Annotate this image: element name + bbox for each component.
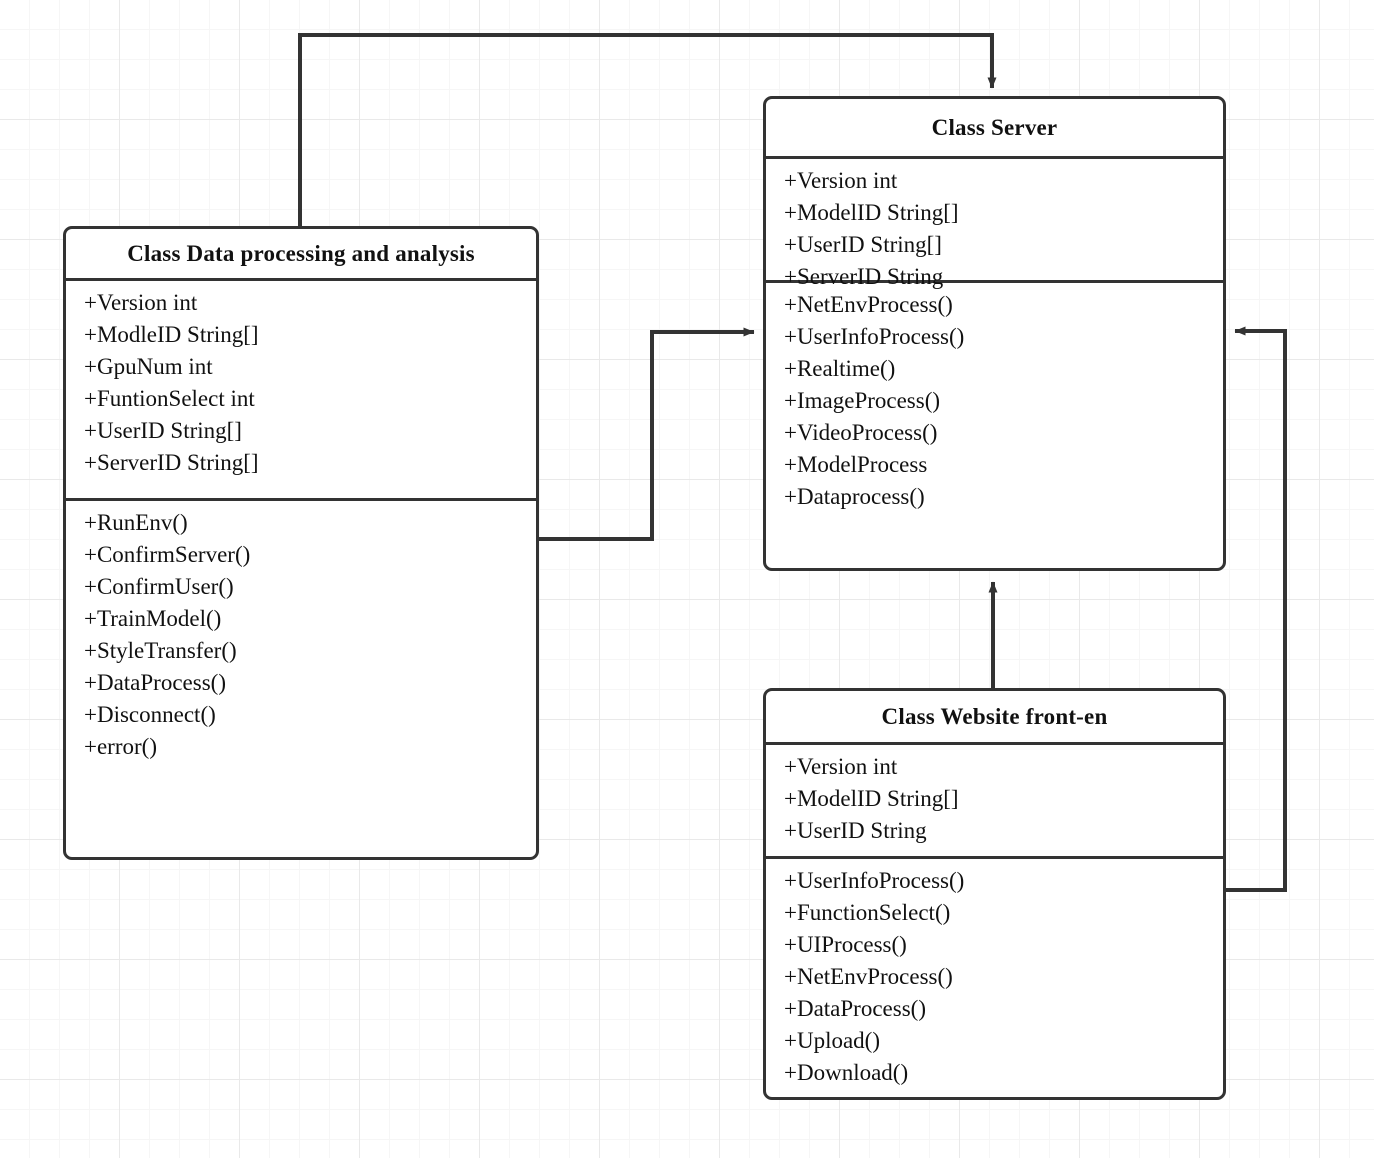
- methods-compartment-server: +NetEnvProcess() +UserInfoProcess() +Rea…: [766, 283, 1223, 519]
- method-item: +Disconnect(): [84, 702, 216, 727]
- connector-website-to-server-right: [1226, 326, 1287, 892]
- method-item: +ConfirmUser(): [84, 574, 234, 599]
- attribute-item: +ServerID String[]: [84, 450, 259, 475]
- method-item: +RunEnv(): [84, 510, 188, 535]
- method-item: +UserInfoProcess(): [784, 324, 965, 349]
- method-item: +NetEnvProcess(): [784, 964, 953, 989]
- method-item: +Dataprocess(): [784, 484, 925, 509]
- attribute-item: +Version int: [784, 754, 898, 779]
- uml-class-server[interactable]: Class Server +Version int +ModelID Strin…: [763, 96, 1226, 571]
- method-item: +DataProcess(): [84, 670, 226, 695]
- connector-data-to-server-middle: [539, 327, 755, 541]
- method-item: +VideoProcess(): [784, 420, 938, 445]
- attribute-item: +UserID String[]: [784, 232, 942, 257]
- attribute-item: +FuntionSelect int: [84, 386, 255, 411]
- attributes-compartment-data-processing: +Version int +ModleID String[] +GpuNum i…: [66, 281, 536, 498]
- method-item: +UIProcess(): [784, 932, 907, 957]
- attribute-item: +ModelID String[]: [784, 786, 959, 811]
- attributes-compartment-server: +Version int +ModelID String[] +UserID S…: [766, 159, 1223, 289]
- method-item: +TrainModel(): [84, 606, 222, 631]
- method-item: +ConfirmServer(): [84, 542, 251, 567]
- method-item: +DataProcess(): [784, 996, 926, 1021]
- method-item: +FunctionSelect(): [784, 900, 951, 925]
- attribute-item: +GpuNum int: [84, 354, 213, 379]
- uml-class-data-processing[interactable]: Class Data processing and analysis +Vers…: [63, 226, 539, 860]
- method-item: +ImageProcess(): [784, 388, 941, 413]
- method-item: +Upload(): [784, 1028, 880, 1053]
- attribute-item: +UserID String: [784, 818, 927, 843]
- method-item: +UserInfoProcess(): [784, 868, 965, 893]
- method-item: +StyleTransfer(): [84, 638, 237, 663]
- attribute-item: +Version int: [784, 168, 898, 193]
- attribute-item: +Version int: [84, 290, 198, 315]
- method-item: +error(): [84, 734, 157, 759]
- method-item: +ModelProcess: [784, 452, 928, 477]
- methods-compartment-data-processing: +RunEnv() +ConfirmServer() +ConfirmUser(…: [66, 501, 536, 769]
- class-title-data-processing: Class Data processing and analysis: [127, 240, 475, 266]
- method-item: +NetEnvProcess(): [784, 292, 953, 317]
- methods-compartment-website: +UserInfoProcess() +FunctionSelect() +UI…: [766, 859, 1223, 1095]
- method-item: +Download(): [784, 1060, 909, 1085]
- attribute-item: +UserID String[]: [84, 418, 242, 443]
- class-title-server: Class Server: [931, 114, 1058, 140]
- class-title-website-frontend: Class Website front-en: [881, 703, 1108, 729]
- uml-class-website-frontend[interactable]: Class Website front-en +Version int +Mod…: [763, 688, 1226, 1100]
- method-item: +Realtime(): [784, 356, 896, 381]
- attribute-item: +ModelID String[]: [784, 200, 959, 225]
- attributes-compartment-website: +Version int +ModelID String[] +UserID S…: [766, 745, 1223, 856]
- attribute-item: +ModleID String[]: [84, 322, 259, 347]
